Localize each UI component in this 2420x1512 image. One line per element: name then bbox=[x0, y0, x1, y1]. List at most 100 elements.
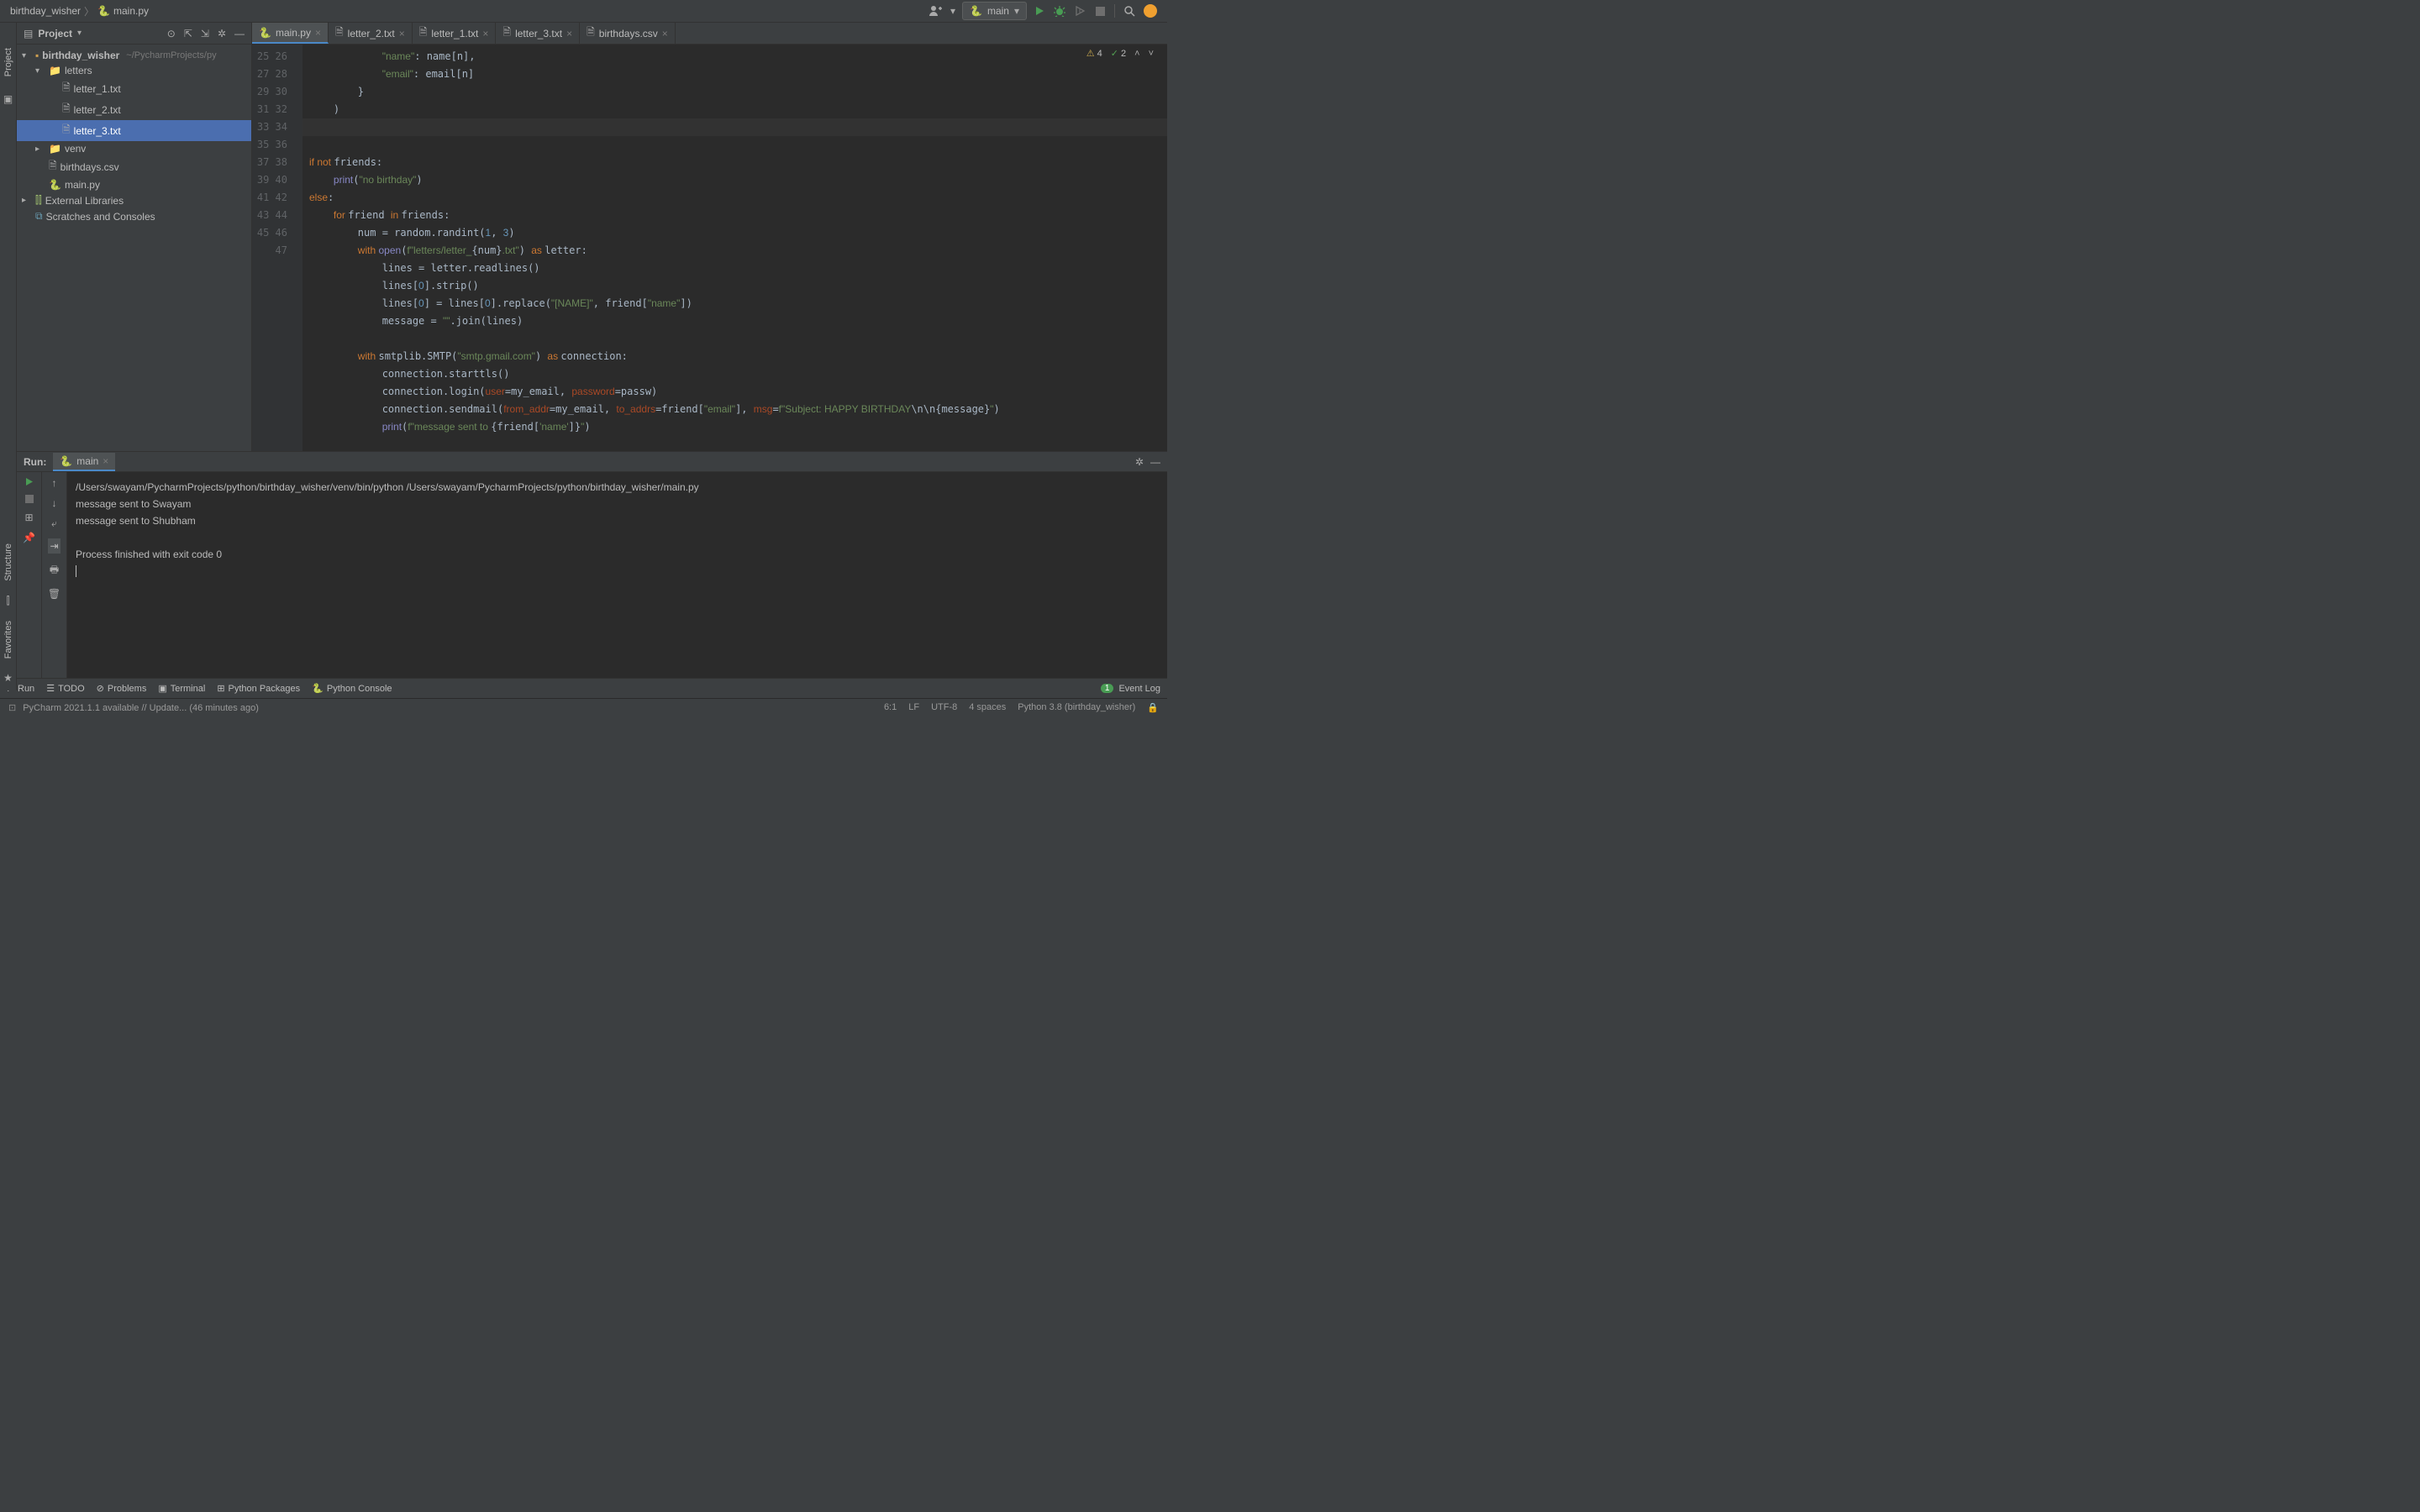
project-structure-icon[interactable]: ▣ bbox=[3, 93, 13, 105]
python-interpreter[interactable]: Python 3.8 (birthday_wisher) bbox=[1018, 702, 1135, 713]
tab-letter3[interactable]: 🗎 letter_3.txt × bbox=[496, 23, 580, 44]
chevron-right-icon: 〉 bbox=[84, 4, 94, 18]
debug-button[interactable] bbox=[1054, 5, 1065, 17]
hide-icon[interactable]: — bbox=[234, 28, 245, 39]
run-configuration-selector[interactable]: 🐍 main ▾ bbox=[962, 2, 1027, 20]
soft-wrap-icon[interactable]: ⤶ bbox=[51, 517, 57, 530]
tab-letter1[interactable]: 🗎 letter_1.txt × bbox=[413, 23, 497, 44]
tree-external-libraries[interactable]: ▸ ⫿⫿ External Libraries bbox=[17, 192, 251, 208]
python-packages-tool-button[interactable]: ⊞ Python Packages bbox=[217, 683, 300, 694]
bottom-label: Problems bbox=[108, 684, 146, 694]
console-line: message sent to Shubham bbox=[76, 515, 196, 527]
run-tab-main[interactable]: 🐍 main × bbox=[53, 453, 115, 471]
chevron-right-icon: ▸ bbox=[35, 144, 45, 154]
python-file-icon: 🐍 bbox=[97, 5, 110, 17]
tree-folder-letters[interactable]: ▾ 📁 letters bbox=[17, 63, 251, 78]
code-editor[interactable]: ⚠4 ✓2 ˄ ˅ 25 26 27 28 29 30 31 32 33 34 … bbox=[252, 45, 1167, 451]
console-line: /Users/swayam/PycharmProjects/python/bir… bbox=[76, 481, 699, 493]
scroll-to-end-icon[interactable]: ⇥ bbox=[48, 538, 60, 554]
close-icon[interactable]: × bbox=[566, 28, 572, 39]
text-file-icon: 🗎 bbox=[62, 80, 71, 97]
select-opened-file-icon[interactable]: ⊙ bbox=[167, 28, 176, 39]
bottom-label: Python Console bbox=[327, 684, 392, 694]
search-icon[interactable] bbox=[1123, 5, 1135, 17]
chevron-down-icon: ▾ bbox=[1014, 5, 1019, 17]
chevron-down-icon[interactable]: ▾ bbox=[950, 5, 955, 17]
tree-file-letter3[interactable]: 🗎 letter_3.txt bbox=[17, 120, 251, 141]
tree-root[interactable]: ▾ ▪ birthday_wisher ~/PycharmProjects/py bbox=[17, 48, 251, 63]
rerun-button[interactable] bbox=[24, 477, 34, 486]
close-icon[interactable]: × bbox=[482, 28, 488, 39]
chevron-down-icon: ▾ bbox=[35, 66, 45, 76]
tool-window-icon[interactable]: ⊡ bbox=[8, 702, 16, 713]
project-panel-title[interactable]: Project bbox=[38, 28, 72, 39]
tab-birthdays[interactable]: 🗎 birthdays.csv × bbox=[580, 23, 676, 44]
line-number-gutter: 25 26 27 28 29 30 31 32 33 34 35 36 37 3… bbox=[252, 45, 294, 451]
tree-label: External Libraries bbox=[45, 195, 124, 207]
tree-scratches[interactable]: ⧉ Scratches and Consoles bbox=[17, 208, 251, 224]
close-icon[interactable]: × bbox=[399, 28, 405, 39]
folder-icon: ▪ bbox=[35, 50, 39, 61]
structure-icon[interactable]: ⫿ bbox=[7, 595, 10, 607]
line-separator[interactable]: LF bbox=[908, 702, 919, 713]
print-icon[interactable]: 🖶 bbox=[50, 562, 59, 580]
file-encoding[interactable]: UTF-8 bbox=[931, 702, 957, 713]
chevron-down-icon[interactable]: ▾ bbox=[77, 29, 82, 38]
project-tool-button[interactable]: Project bbox=[3, 48, 13, 76]
run-button[interactable] bbox=[1034, 5, 1045, 17]
console-line: message sent to Swayam bbox=[76, 498, 191, 510]
event-count-badge[interactable]: 1 bbox=[1101, 684, 1114, 693]
terminal-tool-button[interactable]: ▣ Terminal bbox=[158, 683, 205, 694]
cursor-position[interactable]: 6:1 bbox=[884, 702, 897, 713]
structure-tool-button[interactable]: Structure bbox=[3, 543, 13, 581]
pin-icon[interactable]: 📌 bbox=[23, 532, 35, 543]
python-icon: 🐍 bbox=[970, 5, 982, 17]
run-tab-label: main bbox=[76, 455, 98, 467]
gear-icon[interactable]: ✲ bbox=[1135, 456, 1144, 468]
collapse-all-icon[interactable]: ⇲ bbox=[201, 28, 209, 39]
tree-label: main.py bbox=[65, 179, 100, 191]
console-output[interactable]: /Users/swayam/PycharmProjects/python/bir… bbox=[67, 472, 1167, 678]
close-icon[interactable]: × bbox=[662, 28, 668, 39]
folder-icon: 📁 bbox=[49, 143, 61, 155]
down-icon[interactable]: ↓ bbox=[52, 497, 57, 509]
tree-file-birthdays[interactable]: 🗎 birthdays.csv bbox=[17, 156, 251, 177]
hide-icon[interactable]: — bbox=[1150, 456, 1160, 468]
tab-label: letter_2.txt bbox=[348, 28, 395, 39]
up-icon[interactable]: ↑ bbox=[52, 477, 57, 489]
python-icon: 🐍 bbox=[60, 455, 72, 467]
tree-file-letter1[interactable]: 🗎 letter_1.txt bbox=[17, 78, 251, 99]
layout-icon[interactable]: ⊞ bbox=[24, 512, 33, 523]
csv-file-icon: 🗎 bbox=[49, 158, 57, 176]
run-with-coverage-button[interactable] bbox=[1074, 5, 1086, 17]
favorites-tool-button[interactable]: Favorites bbox=[3, 621, 13, 659]
close-icon[interactable]: × bbox=[315, 27, 321, 39]
star-icon[interactable]: ★ bbox=[3, 672, 13, 684]
tab-mainpy[interactable]: 🐍 main.py × bbox=[252, 23, 329, 44]
breadcrumb: birthday_wisher 〉 🐍 main.py bbox=[10, 4, 149, 18]
problems-tool-button[interactable]: ⊘ Problems bbox=[97, 683, 147, 694]
breadcrumb-project[interactable]: birthday_wisher bbox=[10, 5, 81, 17]
close-icon[interactable]: × bbox=[103, 455, 108, 467]
event-log-button[interactable]: Event Log bbox=[1118, 684, 1160, 694]
status-message[interactable]: PyCharm 2021.1.1 available // Update... … bbox=[23, 703, 259, 713]
run-panel-label: Run: bbox=[24, 456, 46, 468]
trash-icon[interactable]: 🗑 bbox=[48, 588, 60, 600]
package-icon: ⊞ bbox=[217, 683, 224, 694]
python-console-tool-button[interactable]: 🐍 Python Console bbox=[312, 683, 392, 694]
tree-root-label: birthday_wisher bbox=[42, 50, 119, 61]
text-file-icon: 🗎 bbox=[502, 24, 511, 42]
todo-tool-button[interactable]: ☰ TODO bbox=[46, 683, 84, 694]
breadcrumb-file[interactable]: main.py bbox=[113, 5, 149, 17]
gear-icon[interactable]: ✲ bbox=[218, 28, 226, 39]
indent-settings[interactable]: 4 spaces bbox=[969, 702, 1006, 713]
code-content[interactable]: "name": name[n], "email": email[n] } ) i… bbox=[302, 45, 1167, 451]
lock-icon[interactable]: 🔒 bbox=[1147, 702, 1159, 713]
add-user-icon[interactable] bbox=[927, 4, 944, 18]
expand-all-icon[interactable]: ⇱ bbox=[184, 28, 192, 39]
tree-file-letter2[interactable]: 🗎 letter_2.txt bbox=[17, 99, 251, 120]
tree-file-mainpy[interactable]: 🐍 main.py bbox=[17, 177, 251, 192]
tree-folder-venv[interactable]: ▸ 📁 venv bbox=[17, 141, 251, 156]
tab-letter2[interactable]: 🗎 letter_2.txt × bbox=[329, 23, 413, 44]
avatar[interactable] bbox=[1144, 4, 1157, 18]
